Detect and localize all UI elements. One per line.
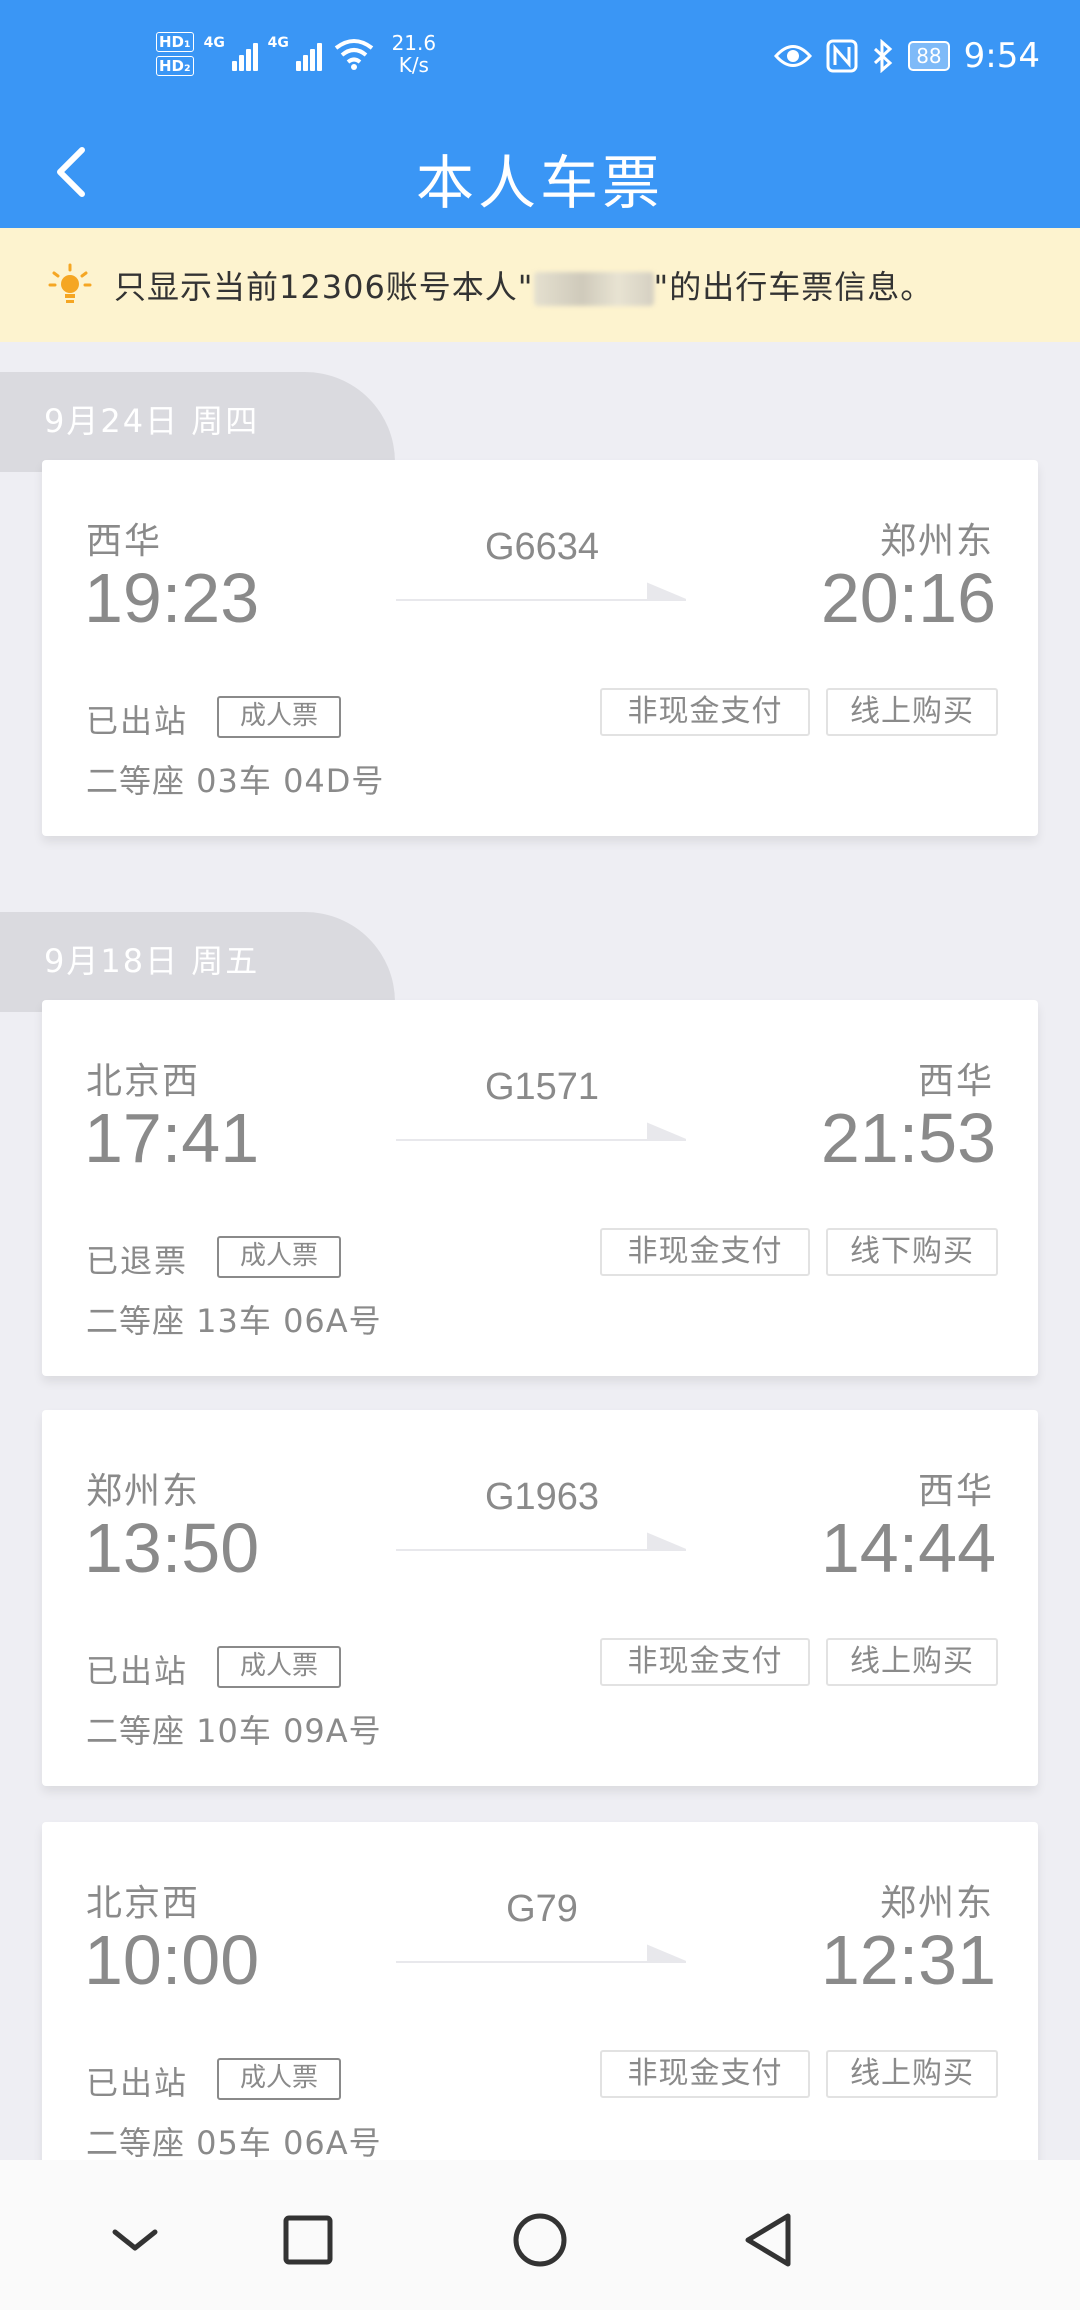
- date-header: 9月18日 周五: [0, 912, 395, 1012]
- purchase-tag: 线上购买: [826, 2050, 998, 2098]
- bluetooth-icon: [874, 39, 893, 73]
- arrival-station: 西华: [917, 1471, 994, 1512]
- train-number: G1571: [484, 1066, 600, 1108]
- date-label: 9月24日 周四: [44, 402, 260, 440]
- circle-icon[interactable]: [500, 2200, 580, 2280]
- network-speed: 21.6 K/s: [392, 32, 437, 76]
- arrow-icon: [396, 1122, 686, 1141]
- clock: 9:54: [963, 36, 1040, 76]
- seat-info: 二等座 13车 06A号: [86, 1302, 382, 1340]
- departure-time: 10:00: [84, 1921, 260, 1999]
- arrow-icon: [396, 582, 686, 601]
- signal-icon: 4G: [203, 35, 258, 71]
- ticket-card[interactable]: 郑州东 G1963 西华 13:50 14:44 已出站 成人票 非现金支付 线…: [42, 1410, 1038, 1786]
- train-number: G79: [506, 1888, 578, 1930]
- arrival-time: 12:31: [820, 1921, 996, 1999]
- arrival-time: 14:44: [820, 1509, 996, 1587]
- departure-station: 北京西: [86, 1061, 201, 1102]
- notice-text-after: "的出行车票信息。: [653, 268, 934, 306]
- nfc-icon: [826, 39, 858, 73]
- ticket-card[interactable]: 北京西 G1571 西华 17:41 21:53 已退票 成人票 非现金支付 线…: [42, 1000, 1038, 1376]
- lightbulb-icon: [48, 263, 92, 303]
- seat-info: 二等座 10车 09A号: [86, 1712, 382, 1750]
- speed-value: 21.6: [391, 31, 437, 55]
- notice-text-before: 只显示当前12306账号本人": [114, 268, 534, 306]
- payment-tag: 非现金支付: [600, 2050, 810, 2098]
- purchase-tag: 线上购买: [826, 1638, 998, 1686]
- square-icon[interactable]: [268, 2200, 348, 2280]
- net1-label: 4G: [203, 35, 225, 51]
- blurred-username: [533, 272, 654, 306]
- departure-time: 13:50: [84, 1509, 260, 1587]
- train-number: G1963: [484, 1476, 600, 1518]
- payment-tag: 非现金支付: [600, 1228, 810, 1276]
- departure-station: 北京西: [86, 1883, 201, 1924]
- hd2-label: HD₂: [156, 56, 194, 76]
- eye-icon: [774, 45, 813, 67]
- notice-banner: 只显示当前12306账号本人" "的出行车票信息。: [0, 228, 1080, 342]
- net2-label: 4G: [267, 35, 289, 51]
- system-nav-bar: [0, 2160, 1080, 2310]
- battery-icon: 88: [908, 41, 950, 71]
- seat-info: 二等座 05车 06A号: [86, 2124, 382, 2162]
- ticket-status: 已出站: [86, 702, 189, 740]
- purchase-tag: 线下购买: [826, 1228, 998, 1276]
- hd-indicator: HD₁ HD₂: [156, 32, 194, 76]
- status-left: HD₁ HD₂ 4G 4G 21.6 K/s: [156, 32, 436, 76]
- notice-text: 只显示当前12306账号本人" "的出行车票信息。: [114, 262, 933, 308]
- status-bar: HD₁ HD₂ 4G 4G 21.6 K/s 88 9:54: [0, 0, 1080, 120]
- train-number: G6634: [484, 526, 600, 568]
- status-right: 88 9:54: [774, 36, 1040, 76]
- arrival-station: 郑州东: [879, 521, 994, 562]
- ticket-type-badge: 成人票: [217, 1646, 341, 1688]
- departure-station: 西华: [86, 521, 163, 562]
- signal-icon: 4G: [267, 35, 322, 71]
- top-bar: HD₁ HD₂ 4G 4G 21.6 K/s 88 9:54 本人车票: [0, 0, 1080, 228]
- payment-tag: 非现金支付: [600, 688, 810, 736]
- ticket-type-badge: 成人票: [217, 1236, 341, 1278]
- arrow-icon: [396, 1944, 686, 1963]
- ticket-status: 已出站: [86, 2064, 189, 2102]
- purchase-tag: 线上购买: [826, 688, 998, 736]
- ticket-status: 已退票: [86, 1242, 189, 1280]
- arrival-time: 20:16: [820, 559, 996, 637]
- ticket-card[interactable]: 西华 G6634 郑州东 19:23 20:16 已出站 成人票 非现金支付 线…: [42, 460, 1038, 836]
- departure-time: 19:23: [84, 559, 260, 637]
- arrival-station: 郑州东: [879, 1883, 994, 1924]
- departure-time: 17:41: [84, 1099, 260, 1177]
- speed-unit: K/s: [398, 53, 429, 77]
- ticket-type-badge: 成人票: [217, 696, 341, 738]
- title-bar: 本人车票: [0, 120, 1080, 228]
- date-label: 9月18日 周五: [44, 942, 260, 980]
- triangle-left-icon[interactable]: [730, 2200, 810, 2280]
- seat-info: 二等座 03车 04D号: [86, 762, 385, 800]
- ticket-status: 已出站: [86, 1652, 189, 1690]
- chevron-down-icon[interactable]: [95, 2200, 175, 2280]
- ticket-card[interactable]: 北京西 G79 郑州东 10:00 12:31 已出站 成人票 非现金支付 线上…: [42, 1822, 1038, 2198]
- arrow-icon: [396, 1532, 686, 1551]
- departure-station: 郑州东: [86, 1471, 201, 1512]
- arrival-station: 西华: [917, 1061, 994, 1102]
- date-header: 9月24日 周四: [0, 372, 395, 472]
- ticket-type-badge: 成人票: [217, 2058, 341, 2100]
- wifi-icon: [334, 39, 373, 70]
- arrival-time: 21:53: [820, 1099, 996, 1177]
- hd1-label: HD₁: [156, 32, 194, 52]
- payment-tag: 非现金支付: [600, 1638, 810, 1686]
- page-title: 本人车票: [415, 149, 664, 217]
